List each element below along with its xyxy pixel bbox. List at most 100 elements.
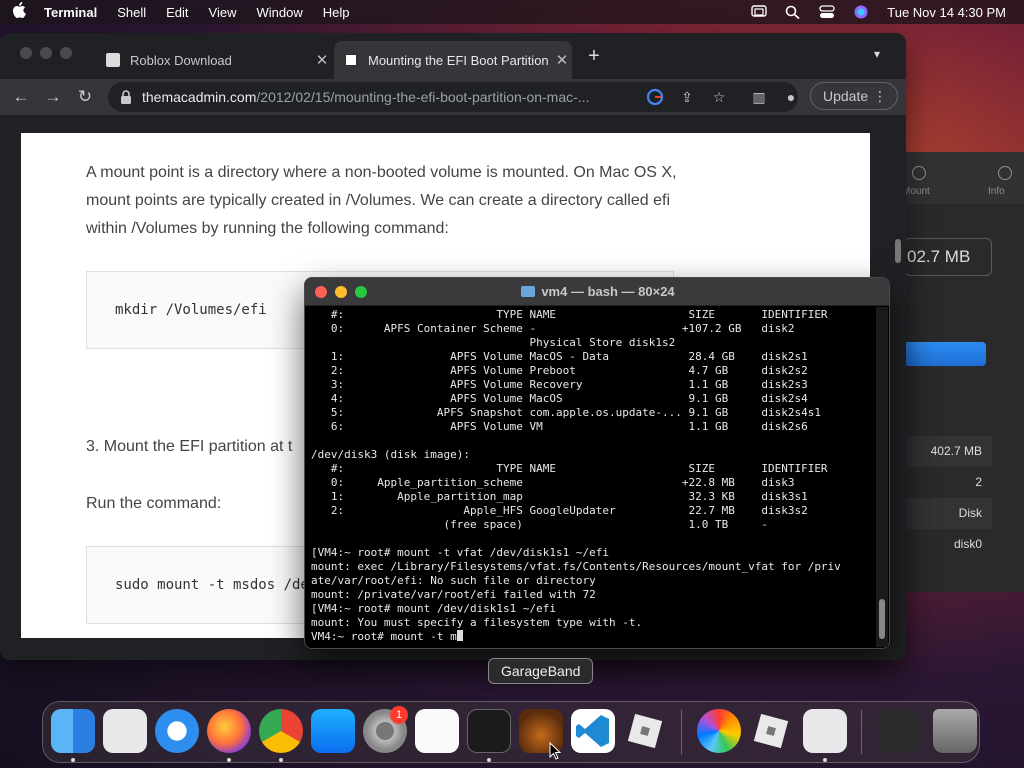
- usage-bar: [904, 342, 986, 366]
- terminal-line: mount: exec /Library/Filesystems/vfat.fs…: [311, 560, 841, 573]
- more-menu-icon[interactable]: ⋮: [873, 83, 887, 109]
- running-indicator: [71, 758, 75, 762]
- roblox-favicon-icon: [106, 53, 120, 67]
- mouse-pointer-icon: [549, 742, 561, 760]
- minimized-window-icon[interactable]: [877, 709, 921, 753]
- menu-edit[interactable]: Edit: [166, 5, 188, 20]
- google-lens-icon[interactable]: [646, 88, 664, 106]
- dock-tooltip: GarageBand: [488, 658, 594, 684]
- menu-view[interactable]: View: [209, 5, 237, 20]
- terminal-icon[interactable]: [467, 709, 511, 753]
- terminal-scroll-thumb[interactable]: [879, 599, 885, 639]
- terminal-line: mount: You must specify a filesystem typ…: [311, 616, 643, 629]
- menu-bar: Terminal Shell Edit View Window Help Tue…: [0, 0, 1024, 24]
- terminal-line: 2: APFS Volume Preboot 4.7 GB disk2s2: [311, 364, 808, 377]
- url-text[interactable]: themacadmin.com/2012/02/15/mounting-the-…: [142, 82, 632, 112]
- info-label: Info: [988, 186, 1005, 197]
- address-bar[interactable]: themacadmin.com/2012/02/15/mounting-the-…: [108, 82, 798, 112]
- roblox-player-icon[interactable]: [749, 709, 793, 753]
- terminal-window[interactable]: vm4 — bash — 80×24 #: TYPE NAME SIZE IDE…: [304, 277, 890, 649]
- app-store-icon[interactable]: [311, 709, 355, 753]
- roblox-icon[interactable]: [623, 709, 667, 753]
- running-indicator: [487, 758, 491, 762]
- terminal-line: ate/var/root/efi: No such file or direct…: [311, 574, 596, 587]
- terminal-title: vm4 — bash — 80×24: [305, 278, 889, 306]
- terminal-prompt: VM4:~ root# mount -t m: [311, 630, 457, 643]
- forward-arrow-icon[interactable]: →: [40, 84, 66, 110]
- bookmark-star-icon[interactable]: ☆: [710, 88, 728, 106]
- terminal-line: 4: APFS Volume MacOS 9.1 GB disk2s4: [311, 392, 808, 405]
- terminal-line: mount: /private/var/root/efi failed with…: [311, 588, 596, 601]
- info-icon: [998, 166, 1012, 180]
- reload-icon[interactable]: ↻: [72, 84, 98, 110]
- terminal-title-text: vm4 — bash — 80×24: [541, 284, 675, 299]
- textedit-icon[interactable]: [415, 709, 459, 753]
- close-tab-icon[interactable]: ✕: [312, 51, 332, 69]
- menu-window[interactable]: Window: [257, 5, 303, 20]
- terminal-line: [VM4:~ root# mount -t vfat /dev/disk1s1 …: [311, 546, 610, 559]
- terminal-output[interactable]: #: TYPE NAME SIZE IDENTIFIER 0: APFS Con…: [311, 308, 877, 648]
- update-button[interactable]: Update ⋮: [810, 82, 898, 110]
- mount-icon: [912, 166, 926, 180]
- terminal-line: 3: APFS Volume Recovery 1.1 GB disk2s3: [311, 378, 808, 391]
- terminal-lines: #: TYPE NAME SIZE IDENTIFIER 0: APFS Con…: [311, 308, 877, 630]
- url-host: themacadmin.com: [142, 89, 257, 105]
- tab-roblox-download[interactable]: Roblox Download ✕: [96, 41, 332, 79]
- lock-icon: [121, 90, 131, 104]
- browser-window-controls: [20, 47, 72, 59]
- tab-strip: Roblox Download ✕ Mounting the EFI Boot …: [0, 33, 906, 79]
- browser-toolbar: ← → ↻ themacadmin.com/2012/02/15/mountin…: [0, 79, 906, 115]
- disk-utility-icon[interactable]: [803, 709, 847, 753]
- vscode-icon[interactable]: [571, 709, 615, 753]
- photos-icon[interactable]: [697, 709, 741, 753]
- terminal-line: 0: Apple_partition_scheme +22.8 MB disk3: [311, 476, 795, 489]
- spotlight-search-icon[interactable]: [785, 5, 801, 20]
- profile-icon[interactable]: ●: [782, 88, 800, 106]
- terminal-line: 0: APFS Container Scheme - +107.2 GB dis…: [311, 322, 795, 335]
- tab-search-chevron-icon[interactable]: ▾: [874, 47, 880, 61]
- url-path: /2012/02/15/mounting-the-efi-boot-partit…: [256, 89, 590, 105]
- terminal-line: #: TYPE NAME SIZE IDENTIFIER: [311, 462, 828, 475]
- page-favicon-icon: [344, 53, 358, 67]
- apple-menu-icon[interactable]: [12, 2, 26, 22]
- back-arrow-icon[interactable]: ←: [8, 84, 34, 110]
- share-icon[interactable]: ⇪: [678, 88, 696, 106]
- disk-info-device: disk0: [953, 537, 982, 551]
- launchpad-icon[interactable]: [103, 709, 147, 753]
- article-paragraph: A mount point is a directory where a non…: [86, 164, 677, 237]
- mount-button[interactable]: Mount: [902, 166, 930, 197]
- dock-separator: [861, 710, 862, 754]
- info-button[interactable]: Info: [988, 166, 1012, 197]
- screen-mirroring-icon[interactable]: [751, 5, 767, 19]
- terminal-titlebar[interactable]: vm4 — bash — 80×24: [305, 278, 889, 306]
- zoom-window-button[interactable]: [60, 47, 72, 59]
- control-center-icon[interactable]: [819, 5, 835, 19]
- running-indicator: [227, 758, 231, 762]
- terminal-scrollbar[interactable]: [876, 307, 888, 647]
- terminal-line: 2: Apple_HFS GoogleUpdater 22.7 MB disk3…: [311, 504, 808, 517]
- close-window-button[interactable]: [20, 47, 32, 59]
- terminal-prompt-line[interactable]: VM4:~ root# mount -t m: [311, 630, 877, 644]
- run-command-text: Run the command:: [86, 495, 222, 512]
- page-scrollbar[interactable]: [895, 239, 901, 263]
- menu-clock[interactable]: Tue Nov 14 4:30 PM: [887, 5, 1006, 20]
- update-label: Update: [823, 88, 869, 104]
- finder-icon[interactable]: [51, 709, 95, 753]
- side-panel-icon[interactable]: ▥: [750, 88, 768, 106]
- tab-mounting-efi[interactable]: Mounting the EFI Boot Partition ✕: [334, 41, 572, 79]
- siri-icon[interactable]: [853, 5, 869, 19]
- menu-app-name[interactable]: Terminal: [44, 5, 97, 20]
- trash-icon[interactable]: [933, 709, 977, 753]
- new-tab-icon[interactable]: +: [584, 45, 604, 68]
- text-cursor: [456, 630, 463, 641]
- safari-icon[interactable]: [155, 709, 199, 753]
- firefox-icon[interactable]: [207, 709, 251, 753]
- terminal-line: #: TYPE NAME SIZE IDENTIFIER: [311, 308, 828, 321]
- menu-shell[interactable]: Shell: [117, 5, 146, 20]
- tab-title: Mounting the EFI Boot Partition: [368, 52, 549, 68]
- close-tab-icon[interactable]: ✕: [552, 51, 572, 69]
- chrome-icon[interactable]: [259, 709, 303, 753]
- menu-help[interactable]: Help: [323, 5, 350, 20]
- minimize-window-button[interactable]: [40, 47, 52, 59]
